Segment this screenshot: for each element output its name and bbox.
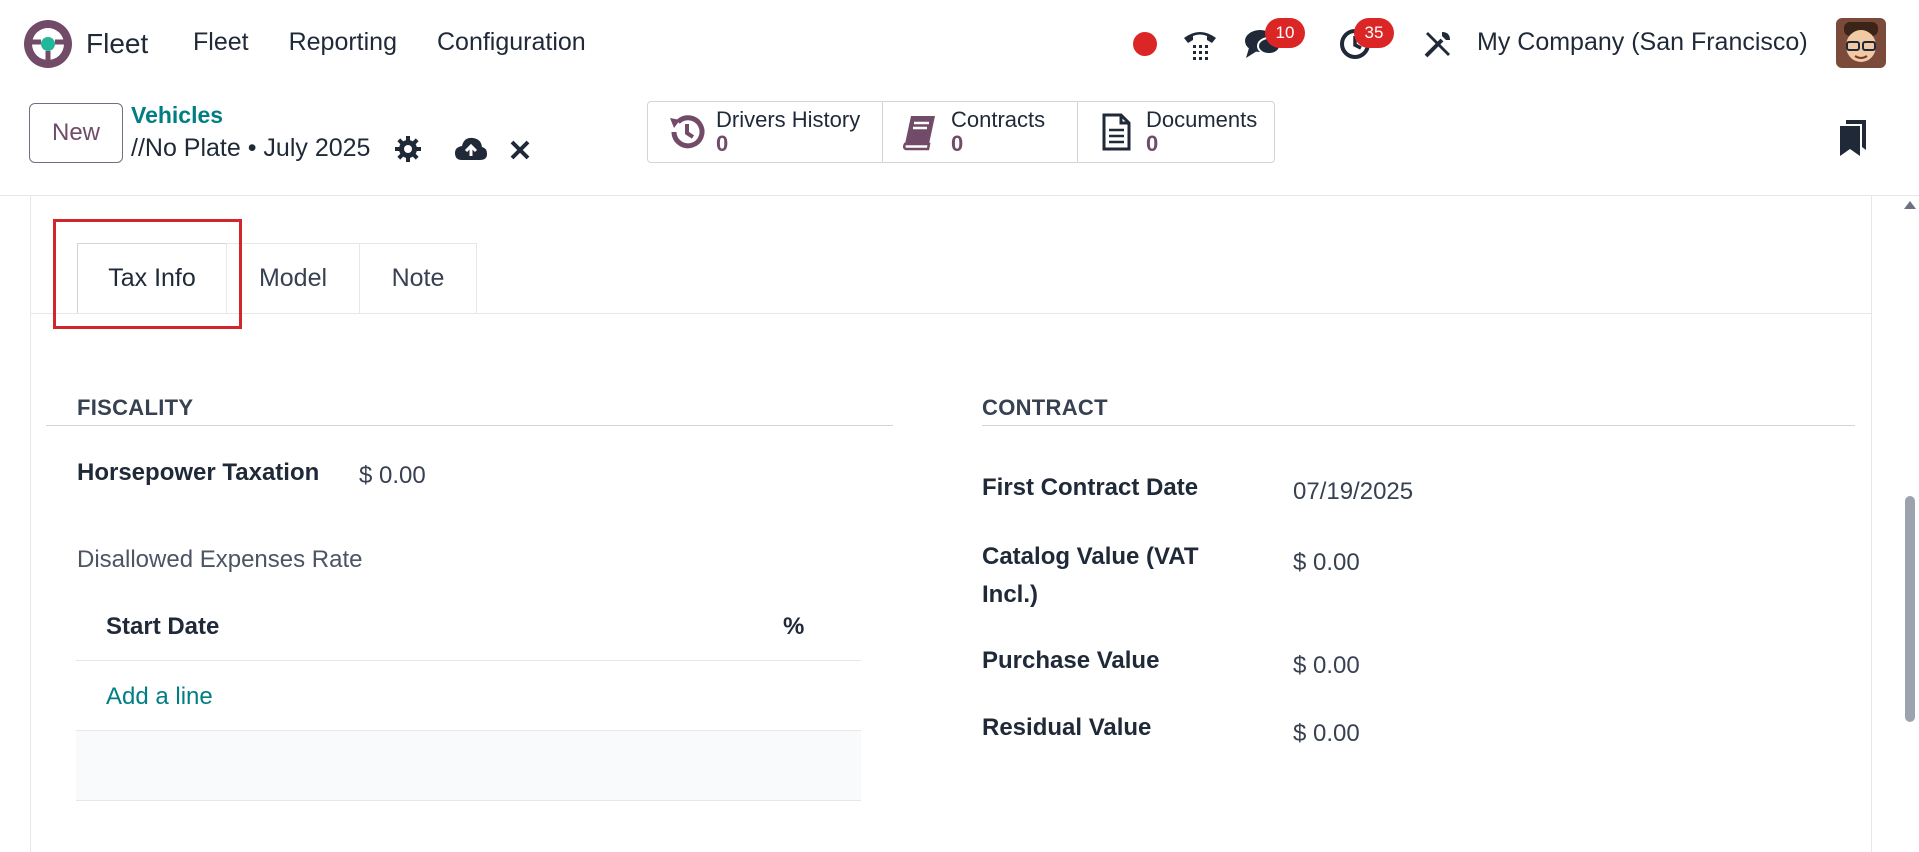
- fiscality-divider: [46, 425, 893, 426]
- purchase-value-field[interactable]: $ 0.00: [1293, 652, 1360, 680]
- bookmark-icon[interactable]: [1838, 118, 1868, 158]
- main-menu: Fleet Reporting Configuration: [193, 28, 586, 57]
- breadcrumb-vehicles[interactable]: Vehicles: [131, 102, 223, 129]
- add-a-line-link[interactable]: Add a line: [106, 683, 213, 711]
- contract-divider: [982, 425, 1855, 426]
- app-name: Fleet: [86, 28, 149, 59]
- fleet-logo-icon: [24, 20, 72, 68]
- messages-badge: 10: [1265, 18, 1305, 48]
- documents-count: 0: [1146, 131, 1159, 156]
- activity-badge: 35: [1354, 18, 1394, 48]
- fiscality-title: FISCALITY: [77, 395, 194, 420]
- contracts-button[interactable]: Contracts 0: [883, 102, 1078, 162]
- percent-header[interactable]: %: [783, 613, 804, 641]
- start-date-header[interactable]: Start Date: [106, 613, 219, 641]
- form-view: Tax Info Model Note FISCALITY Horsepower…: [0, 196, 1919, 852]
- book-icon: [902, 116, 935, 151]
- debug-tools-icon[interactable]: [1418, 18, 1458, 70]
- gear-icon[interactable]: [394, 135, 422, 163]
- tab-divider: [31, 313, 1871, 314]
- menu-reporting[interactable]: Reporting: [289, 28, 397, 57]
- tax-info-highlight-box: [53, 219, 242, 329]
- menu-configuration[interactable]: Configuration: [437, 28, 586, 57]
- document-icon: [1102, 113, 1131, 151]
- table-row: [76, 731, 861, 801]
- control-panel: New Vehicles //No Plate • July 2025 Driv…: [0, 88, 1919, 196]
- contracts-label: Contracts: [951, 107, 1046, 132]
- horsepower-taxation-field[interactable]: $ 0.00: [359, 462, 426, 490]
- top-navbar: Fleet Fleet Reporting Configuration 10 3…: [0, 0, 1919, 88]
- contracts-count: 0: [951, 131, 964, 156]
- catalog-value-field[interactable]: $ 0.00: [1293, 549, 1360, 577]
- breadcrumb-current-record: //No Plate • July 2025: [131, 134, 371, 162]
- scroll-up-arrow-icon[interactable]: [1904, 201, 1916, 209]
- tab-model[interactable]: Model: [226, 243, 360, 313]
- smart-buttons: Drivers History 0 Contracts 0 Documents …: [647, 101, 1275, 163]
- tab-note[interactable]: Note: [359, 243, 477, 313]
- catalog-value-label: Catalog Value (VAT Incl.): [982, 543, 1199, 608]
- disallowed-expenses-label: Disallowed Expenses Rate: [77, 546, 363, 573]
- user-avatar[interactable]: [1836, 18, 1886, 68]
- drivers-history-count: 0: [716, 131, 729, 156]
- discard-close-icon[interactable]: [506, 136, 534, 164]
- new-button[interactable]: New: [29, 103, 123, 163]
- first-contract-date-field[interactable]: 07/19/2025: [1293, 478, 1413, 506]
- horsepower-taxation-label: Horsepower Taxation: [77, 459, 320, 486]
- documents-label: Documents: [1146, 107, 1258, 132]
- residual-value-label: Residual Value: [982, 714, 1152, 741]
- table-header-row: Start Date %: [76, 591, 861, 661]
- phone-icon[interactable]: [1178, 18, 1222, 70]
- first-contract-date-label: First Contract Date: [982, 474, 1199, 501]
- add-line-row: Add a line: [76, 661, 861, 731]
- history-icon: [670, 115, 705, 149]
- scrollbar-thumb[interactable]: [1905, 496, 1915, 722]
- drivers-history-button[interactable]: Drivers History 0: [648, 102, 883, 162]
- form-sheet: Tax Info Model Note FISCALITY Horsepower…: [30, 196, 1872, 852]
- app-brand[interactable]: Fleet: [22, 18, 148, 70]
- menu-fleet[interactable]: Fleet: [193, 28, 249, 57]
- contract-title: CONTRACT: [982, 395, 1108, 420]
- documents-button[interactable]: Documents 0: [1078, 102, 1274, 162]
- company-switcher[interactable]: My Company (San Francisco): [1477, 28, 1808, 57]
- purchase-value-label: Purchase Value: [982, 647, 1160, 674]
- residual-value-field[interactable]: $ 0.00: [1293, 720, 1360, 748]
- drivers-history-label: Drivers History: [716, 107, 861, 132]
- recording-indicator-icon[interactable]: [1133, 32, 1157, 56]
- disallowed-expenses-table: Start Date % Add a line: [76, 591, 861, 801]
- save-cloud-icon[interactable]: [454, 134, 488, 164]
